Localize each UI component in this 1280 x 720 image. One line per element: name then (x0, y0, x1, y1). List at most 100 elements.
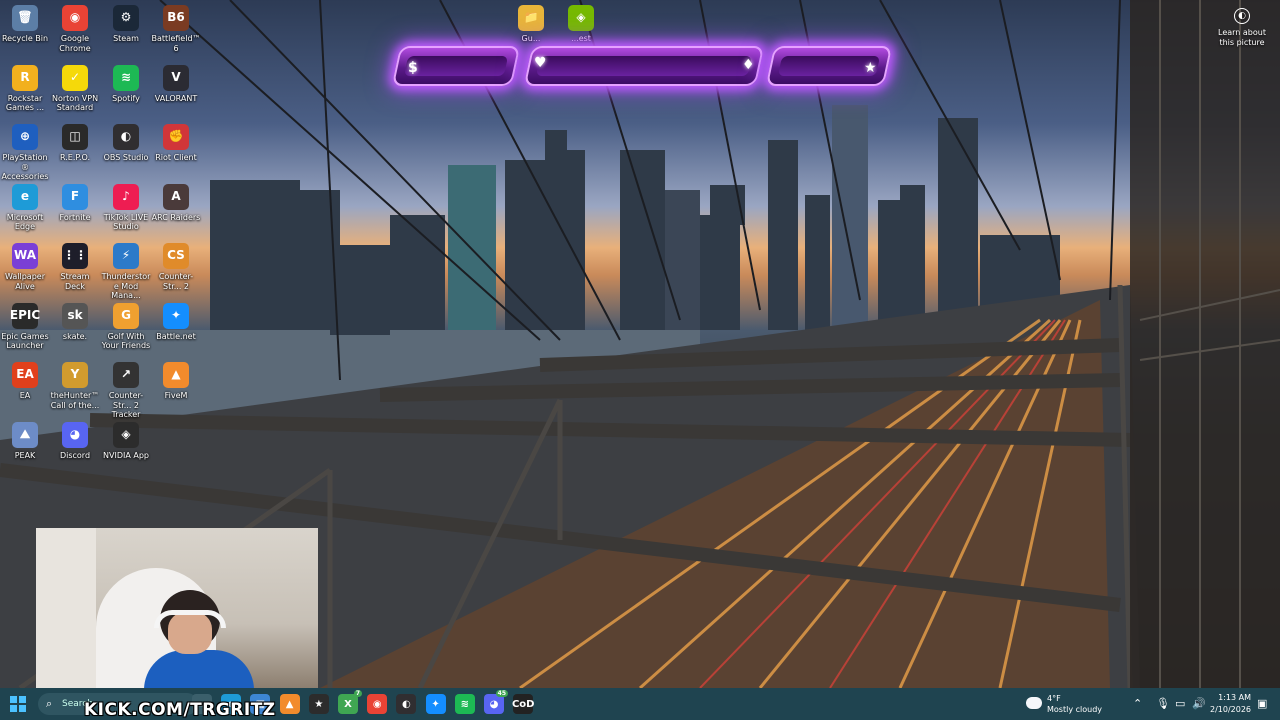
desktop-icon-tiktok-live-studio[interactable]: ♪ TikTok LIVE Studio (101, 183, 151, 232)
start-button[interactable] (10, 696, 26, 712)
app-icon: ♪ (113, 183, 139, 210)
taskbar-app-obs[interactable]: ◐ (396, 694, 417, 714)
desktop-icon-label: theHunter™ Call of the... (50, 391, 100, 410)
app-icon: ▲ (163, 362, 189, 388)
desktop-icon-norton-vpn-standard[interactable]: ✓ Norton VPN Standard (50, 64, 100, 113)
taskbar-app-spotify[interactable]: ≋ (454, 694, 475, 714)
app-icon: CS (163, 243, 189, 269)
desktop-icon-valorant[interactable]: V VALORANT (151, 64, 201, 104)
desktop-icon-thehunter-call-of-the[interactable]: YtheHunter™ Call of the... (50, 362, 100, 410)
app-icon: B6 (163, 5, 189, 31)
app-icon: ⊕ (12, 124, 38, 150)
speaker-icon[interactable]: 🔊 (1192, 697, 1206, 710)
desktop-icon-label: Spotify (112, 93, 140, 103)
desktop-icon-rockstar-games[interactable]: R Rockstar Games ... (0, 64, 50, 113)
desktop-icon-recycle-bin[interactable]: 🗑 Recycle Bin (0, 5, 50, 44)
stream-hud-overlay: $ ♥ ♦ ★ (391, 38, 893, 94)
desktop-icon-discord[interactable]: ◕ Discord (50, 421, 100, 461)
app-icon: ↗ (113, 362, 139, 388)
notification-badge: 7 (353, 690, 362, 697)
network-icon[interactable]: ▭ (1175, 697, 1185, 710)
desktop-icon-label: PEAK (14, 450, 36, 460)
desktop-icon-label: Golf With Your Friends (101, 331, 151, 351)
taskbar-app-chrome[interactable]: ◉ (367, 694, 388, 714)
taskbar-app-star-app[interactable]: ★ (308, 694, 329, 714)
desktop-icon-steam[interactable]: ⚙ Steam (101, 5, 151, 44)
app-icon: sk (62, 302, 88, 329)
heart-icon: ♥ (534, 55, 547, 71)
desktop-icon-label: Counter-Str... 2 (158, 272, 194, 291)
desktop-icon-counter-str-2-tracker[interactable]: ↗ Counter-Str... 2 Tracker (101, 362, 151, 420)
diamond-icon: ♦ (742, 57, 755, 73)
learn-about-picture[interactable]: ◐ Learn about this picture (1214, 8, 1270, 48)
weather-condition: Mostly cloudy (1047, 705, 1102, 714)
streamer (144, 590, 254, 688)
chevron-up-icon[interactable]: ⌃ (1133, 697, 1142, 710)
app-icon: F (62, 183, 88, 210)
desktop-icon-golf-with-your-friends[interactable]: G Golf With Your Friends (101, 302, 151, 351)
desktop-icon-arc-raiders[interactable]: A ARC Raiders (151, 183, 201, 223)
desktop-icon-ea[interactable]: EA EA (0, 362, 50, 401)
desktop-icon-label: VALORANT (154, 93, 198, 103)
app-icon: ✦ (163, 302, 189, 329)
taskbar-app-call-of-duty[interactable]: CoD (512, 694, 534, 714)
desktop-icon-spotify[interactable]: ≋ Spotify (101, 64, 151, 104)
desktop-icon-label: Riot Client (155, 153, 197, 162)
kick-channel-overlay: KICK.COM/TRGRITZ (84, 700, 276, 720)
microphone-icon[interactable]: 🎙 (1156, 697, 1170, 710)
desktop-icon-fortnite[interactable]: F Fortnite (50, 183, 100, 223)
desktop-icon-label: Epic Games Launcher (1, 331, 49, 351)
desktop-icon-label: Steam (113, 34, 139, 43)
desktop-icon-battlefield-6[interactable]: B6 Battlefield™ 6 (151, 5, 201, 53)
search-icon: ⌕ (46, 697, 53, 710)
spotify-icon: ≋ (460, 698, 469, 710)
desktop-icon-obs-studio[interactable]: ◐ OBS Studio (101, 124, 151, 163)
desktop-icon-label: Discord (59, 450, 91, 460)
desktop-icon-fivem[interactable]: ▲ FiveM (151, 362, 201, 401)
taskbar-app-discord[interactable]: ◕ 45 (484, 690, 508, 714)
desktop-icon-battle-net[interactable]: ✦ Battle.net (151, 302, 201, 342)
learn-about-label: Learn about this picture (1218, 28, 1266, 47)
notification-bell-icon[interactable]: ▣ (1257, 697, 1267, 710)
desktop-icon-microsoft-edge[interactable]: e Microsoft Edge (0, 183, 50, 232)
desktop-icon-google-chrome[interactable]: ◉ Google Chrome (50, 5, 100, 53)
desktop-icon-playstation-accessories[interactable]: ⊕ PlayStation® Accessories (0, 124, 50, 182)
desktop-icon-label: skate. (62, 331, 88, 341)
desktop-icon-stream-deck[interactable]: ⋮⋮ Stream Deck (50, 243, 100, 291)
desktop-icon-riot-client[interactable]: ✊ Riot Client (151, 124, 201, 163)
desktop-icon-label: R.E.P.O. (59, 153, 91, 162)
desktop-icon-counter-str-2[interactable]: CS Counter-Str... 2 (151, 243, 201, 291)
app-icon: ⚡ (113, 243, 139, 269)
app-icon: ◈ (113, 421, 139, 448)
app-icon: EA (12, 362, 38, 388)
desktop-icon-label: Thunderstore Mod Mana... (101, 272, 151, 300)
desktop-icon-skate[interactable]: sk skate. (50, 302, 100, 342)
taskbar-app-xbox[interactable]: X7 (338, 690, 362, 714)
chrome-icon: ◉ (372, 698, 382, 710)
app-icon: A (163, 183, 189, 210)
app-icon: ◕ (62, 421, 88, 448)
desktop-icon-nvidia-app[interactable]: ◈ NVIDIA App (101, 421, 151, 461)
star-app-icon: ★ (314, 698, 324, 710)
desktop-icon-label: Google Chrome (59, 34, 91, 53)
star-icon: ★ (864, 60, 877, 76)
desktop-icon-label: Battlefield™ 6 (151, 34, 201, 53)
taskbar-app-battlenet[interactable]: ✦ (425, 694, 446, 714)
desktop-icon-thunderstore-mod-mana[interactable]: ⚡ Thunderstore Mod Mana... (101, 243, 151, 301)
taskbar-app-fivem[interactable]: ▲ (279, 694, 300, 714)
cloud-icon (1026, 697, 1042, 709)
desktop-icon-wallpaper-alive[interactable]: WA Wallpaper Alive (0, 243, 50, 291)
desktop-icon-epic-games-launcher[interactable]: EPIC Epic Games Launcher (0, 302, 50, 351)
desktop-icon-label: Counter-Str... 2 Tracker (108, 391, 144, 419)
app-icon: ◈ (568, 5, 594, 31)
desktop-icon-peak[interactable]: ⛰ PEAK (0, 421, 50, 461)
obs-icon: ◐ (402, 698, 411, 710)
app-icon: ⛰ (12, 421, 38, 448)
desktop-icon-label: Wallpaper Alive (4, 272, 45, 291)
app-icon: Y (62, 362, 88, 388)
desktop-icon-r-e-p-o[interactable]: ◫ R.E.P.O. (50, 124, 100, 163)
app-icon: EPIC (10, 302, 40, 329)
hud-health-panel (523, 46, 765, 86)
app-icon: ◐ (113, 124, 139, 150)
clock[interactable]: 1:13 AM 2/10/2026 (1210, 692, 1251, 716)
